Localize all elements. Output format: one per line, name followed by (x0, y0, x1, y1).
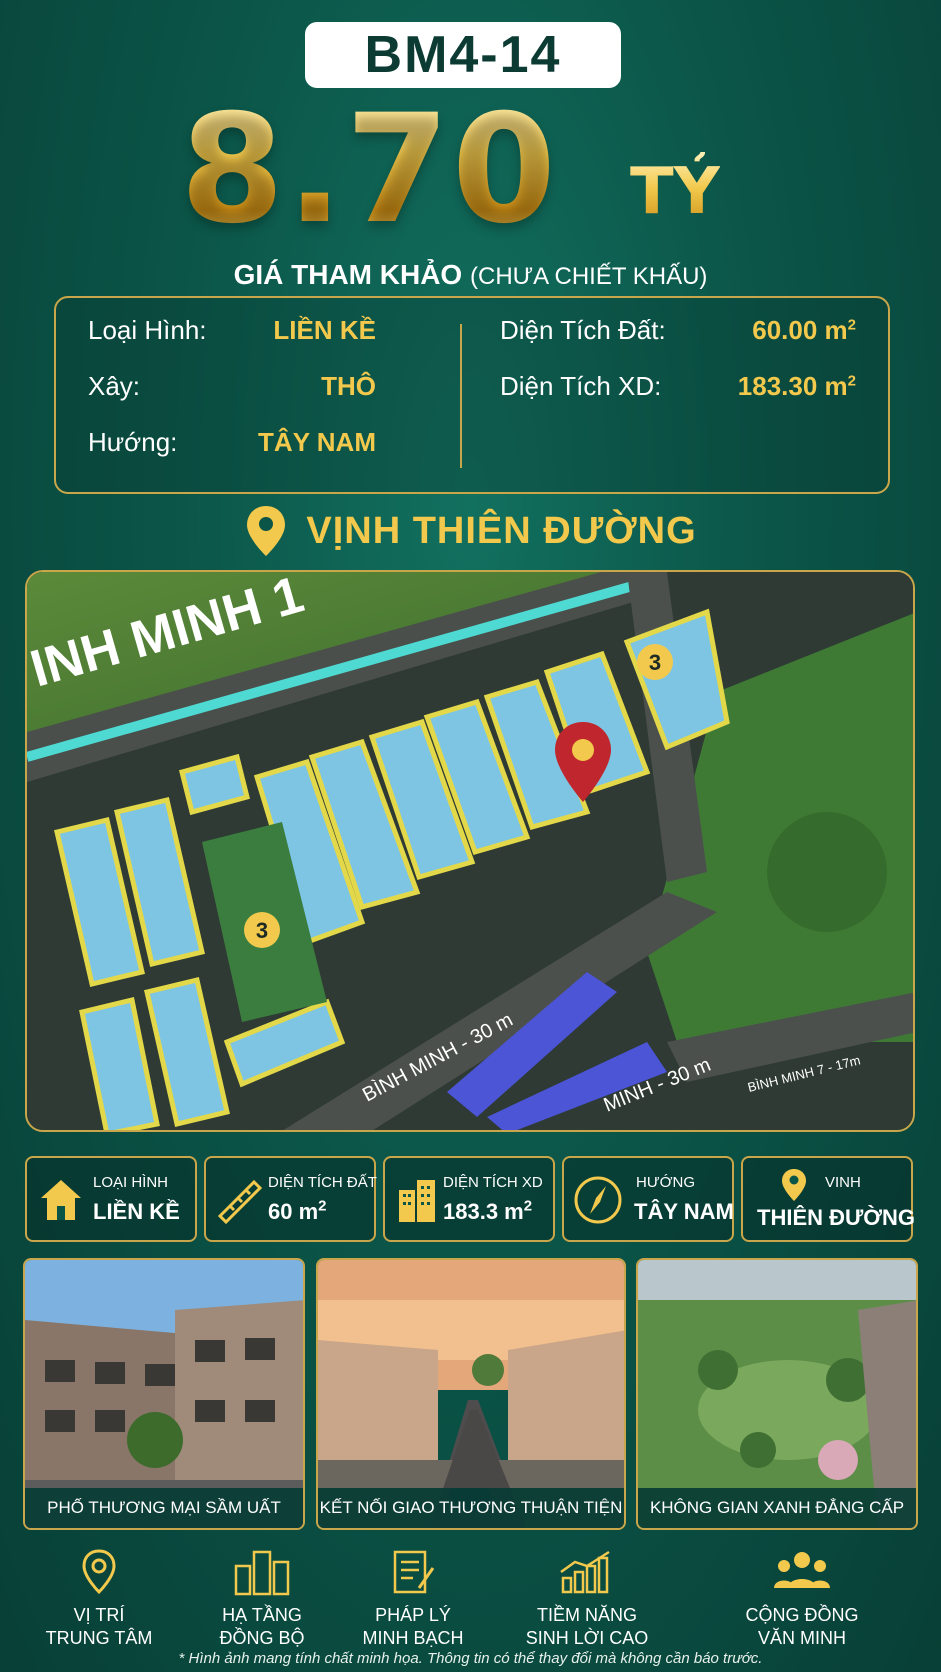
feature-line: ĐỒNG BỘ (219, 1628, 305, 1648)
city-icon (234, 1550, 290, 1596)
feature-line: CỘNG ĐỒNG (745, 1605, 859, 1625)
photo-trade-connection: KẾT NỐI GIAO THƯƠNG THUẬN TIỆN (316, 1258, 626, 1530)
community-icon (774, 1552, 830, 1588)
photo-caption: PHỐ THƯƠNG MẠI SẦM UẤT (25, 1488, 303, 1528)
stat-card-location: VINH THIÊN ĐƯỜNG (741, 1156, 916, 1242)
stat-value: 60 m2 (268, 1197, 327, 1224)
type-value: LIỀN KỀ (273, 315, 376, 345)
photo-green-space: KHÔNG GIAN XANH ĐẲNG CẤP (636, 1258, 918, 1530)
direction-label: Hướng: (88, 427, 178, 457)
park-number-label: 3 (256, 918, 268, 943)
build-area-label: Diện Tích XD: (500, 371, 662, 401)
site-map-illustration: 3 3 INH MINH 1 BÌNH MINH - 30 m MINH - 3… (27, 572, 913, 1130)
stat-label: DIỆN TÍCH ĐẤT (268, 1174, 377, 1191)
stat-card-land-area: DIỆN TÍCH ĐẤT 60 m2 (204, 1156, 377, 1242)
stat-card-type: LOẠI HÌNH LIỀN KỀ (25, 1156, 197, 1242)
feature-line: MINH BẠCH (362, 1628, 464, 1648)
feature-location: VỊ TRÍ TRUNG TÂM (14, 1548, 184, 1650)
feature-line: TRUNG TÂM (45, 1628, 153, 1648)
stat-value: TÂY NAM (634, 1199, 734, 1224)
stat-label: DIỆN TÍCH XD (443, 1174, 543, 1191)
footnote: * Hình ảnh mang tính chất minh họa. Thôn… (178, 1650, 763, 1667)
location-icon (82, 1549, 116, 1595)
property-info-box: Loại Hình: LIỀN KỀ Xây: THÔ Hướng: TÂY N… (54, 296, 890, 494)
compass-icon (574, 1176, 622, 1224)
location-title: VỊNH THIÊN ĐƯỜNG (0, 506, 941, 556)
direction-value: TÂY NAM (258, 427, 376, 457)
location-name: VỊNH THIÊN ĐƯỜNG (306, 510, 697, 552)
feature-line: VĂN MINH (757, 1628, 846, 1648)
photo-caption: KHÔNG GIAN XANH ĐẲNG CẤP (638, 1488, 916, 1528)
ruler-icon (217, 1179, 263, 1224)
info-divider (460, 324, 462, 468)
feature-line: VỊ TRÍ (73, 1605, 125, 1625)
stat-value: LIỀN KỀ (93, 1199, 180, 1224)
stat-value: 183.3 m2 (443, 1197, 533, 1224)
stat-card-direction: HƯỚNG TÂY NAM (562, 1156, 734, 1242)
feature-profit: TIỀM NĂNG SINH LỜI CAO (502, 1548, 672, 1650)
feature-infrastructure: HẠ TẦNG ĐỒNG BỘ (177, 1548, 347, 1650)
feature-line: TIỀM NĂNG (536, 1605, 637, 1625)
build-area-value: 183.30 m2 (737, 371, 856, 401)
feature-line: PHÁP LÝ (375, 1605, 451, 1625)
product-code-badge: BM4-14 (305, 22, 621, 88)
photo-commercial-street: PHỐ THƯƠNG MẠI SẦM UẤT (23, 1258, 305, 1530)
feature-community: CỘNG ĐỒNG VĂN MINH (717, 1548, 887, 1650)
price-value: 8.70 (180, 83, 559, 257)
building-icon (399, 1180, 435, 1222)
feature-legal: PHÁP LÝ MINH BẠCH (328, 1548, 498, 1650)
type-label: Loại Hình: (88, 315, 207, 345)
feature-line: HẠ TẦNG (222, 1605, 302, 1625)
stat-card-build-area: DIỆN TÍCH XD 183.3 m2 (383, 1156, 555, 1242)
map-pin-icon (247, 506, 286, 556)
map-pin-icon (782, 1169, 806, 1201)
build-value: THÔ (321, 371, 376, 401)
house-icon (41, 1180, 81, 1220)
site-map: 3 3 INH MINH 1 BÌNH MINH - 30 m MINH - 3… (25, 570, 915, 1132)
stat-label: LOẠI HÌNH (93, 1174, 169, 1191)
price-unit: TỶ (630, 152, 720, 232)
growth-chart-icon (560, 1550, 610, 1594)
stat-value: THIÊN ĐƯỜNG (757, 1205, 916, 1230)
land-area-value: 60.00 m2 (752, 315, 856, 345)
price-reference-label: GIÁ THAM KHẢO (233, 259, 463, 290)
stat-label: VINH (825, 1174, 861, 1191)
price-reference-note: (CHƯA CHIẾT KHẤU) (470, 263, 708, 290)
stat-label: HƯỚNG (636, 1174, 696, 1191)
photo-caption: KẾT NỐI GIAO THƯƠNG THUẬN TIỆN (318, 1488, 624, 1528)
build-label: Xây: (88, 371, 141, 401)
price-reference: GIÁ THAM KHẢO (CHƯA CHIẾT KHẤU) (0, 258, 941, 294)
feature-line: SINH LỜI CAO (525, 1628, 649, 1648)
park-number-label: 3 (649, 650, 661, 675)
document-icon (393, 1550, 435, 1594)
land-area-label: Diện Tích Đất: (500, 315, 666, 345)
